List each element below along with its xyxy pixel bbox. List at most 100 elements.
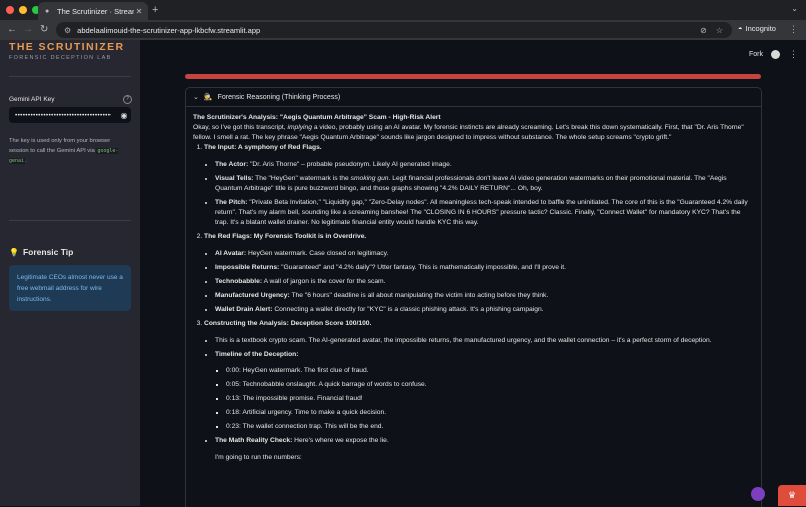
help-icon[interactable]: ? (123, 95, 132, 104)
streamlit-favicon-icon: ● (45, 7, 50, 15)
star-icon[interactable]: ☆ (716, 26, 723, 35)
analysis-intro: Okay, so I've got this transcript, imply… (193, 123, 753, 143)
risk-progress-bar (185, 74, 761, 79)
timeline-item: 0:13: The impossible promise. Financial … (226, 394, 753, 404)
api-key-note: The key is used only from your browser s… (9, 136, 127, 166)
api-note-text: The key is used only from your browser s… (9, 138, 111, 154)
api-note-tail: . (25, 158, 27, 164)
app-menu-icon[interactable]: ⋮ (789, 49, 798, 60)
github-icon[interactable] (771, 50, 780, 59)
step-2: The Red Flags: My Forensic Toolkit is in… (204, 232, 753, 315)
timeline-item: 0:00: HeyGen watermark. The first clue o… (226, 366, 753, 376)
list-item: The Pitch: "Private Beta Invitation," "L… (215, 198, 753, 228)
item-label: Wallet Drain Alert: (215, 306, 273, 313)
forensic-tip-box: Legitimate CEOs almost never use a free … (9, 265, 131, 311)
item-label: The Pitch: (215, 199, 248, 206)
close-tab-icon[interactable]: ✕ (134, 7, 144, 16)
step-3: Constructing the Analysis: Deception Sco… (204, 319, 753, 463)
list-item: Visual Tells: The "HeyGen" watermark is … (215, 174, 753, 194)
minimize-window-button[interactable] (19, 6, 27, 14)
item-label: Visual Tells: (215, 175, 254, 182)
list-item: The Math Reality Check: Here's where we … (215, 436, 753, 463)
list-item: AI Avatar: HeyGen watermark. Case closed… (215, 249, 753, 259)
tab-search-icon[interactable]: ⌄ (791, 4, 798, 13)
browser-menu-icon[interactable]: ⋮ (789, 24, 798, 35)
chevron-down-icon: ⌄ (193, 94, 199, 101)
timeline-item: 0:18: Artificial urgency. Time to make a… (226, 408, 753, 418)
item-text: A wall of jargon is the cover for the sc… (263, 278, 386, 285)
sidebar-divider (9, 76, 131, 77)
item-text: The "6 hours" deadline is all about mani… (291, 292, 549, 299)
tip-heading-text: Forensic Tip (22, 247, 74, 257)
step-1-list: The Actor: "Dr. Aris Thorne" – probable … (204, 160, 753, 228)
url-text[interactable]: abdelaalimouid-the-scrutinizer-app-lkbcf… (77, 26, 700, 35)
fork-button[interactable]: Fork (749, 51, 763, 58)
back-icon[interactable]: ← (7, 24, 17, 36)
list-item: The Actor: "Dr. Aris Thorne" – probable … (215, 160, 753, 170)
item-label: The Math Reality Check: (215, 437, 293, 444)
list-item: Wallet Drain Alert: Connecting a wallet … (215, 305, 753, 315)
item-label: Technobabble: (215, 278, 263, 285)
list-item: Impossible Returns: "Guaranteed" and "4.… (215, 263, 753, 273)
browser-tab[interactable]: ● The Scrutinizer · Streamlit ✕ (38, 2, 148, 20)
item-text: HeyGen watermark. Case closed on legitim… (247, 250, 389, 257)
list-item: Technobabble: A wall of jargon is the co… (215, 277, 753, 287)
tab-title: The Scrutinizer · Streamlit (57, 6, 134, 16)
item-text: "Dr. Aris Thorne" – probable pseudonym. … (250, 161, 452, 168)
crown-icon[interactable]: ♛ (778, 485, 806, 506)
step-3-list: This is a textbook crypto scam. The AI-g… (204, 336, 753, 463)
timeline-item: 0:05: Technobabble onslaught. A quick ba… (226, 380, 753, 390)
incognito-label: Incognito (745, 24, 776, 33)
item-emphasis: smoking gun (350, 175, 389, 182)
bulb-icon: 💡 (9, 247, 19, 257)
step-2-list: AI Avatar: HeyGen watermark. Case closed… (204, 249, 753, 315)
status-avatar-icon[interactable] (751, 487, 765, 501)
incognito-icon: ◓ (738, 24, 743, 33)
item-text: This is a textbook crypto scam. The AI-g… (215, 337, 712, 344)
address-bar[interactable]: ⚙ abdelaalimouid-the-scrutinizer-app-lkb… (56, 22, 732, 38)
item-text: The "HeyGen" watermark is the (255, 175, 349, 182)
eye-icon[interactable]: ◉ (117, 111, 131, 120)
browser-tab-bar: ● The Scrutinizer · Streamlit ✕ + ⌄ (0, 0, 806, 20)
expander-title: Forensic Reasoning (Thinking Process) (217, 93, 341, 101)
window-controls (6, 6, 40, 14)
timeline-list: 0:00: HeyGen watermark. The first clue o… (215, 366, 753, 432)
incognito-indicator[interactable]: ◓ Incognito (738, 24, 776, 33)
reload-icon[interactable]: ↻ (40, 24, 48, 36)
intro-emphasis: implying (287, 124, 312, 131)
item-text: Here's where we expose the lie. (294, 437, 389, 444)
step-title: Constructing the Analysis: Deception Sco… (204, 320, 372, 327)
site-info-icon[interactable]: ⚙ (64, 26, 71, 35)
analysis-content: The Scrutinizer's Analysis: "Aegis Quant… (193, 113, 753, 467)
analysis-title: The Scrutinizer's Analysis: "Aegis Quant… (193, 114, 441, 121)
api-key-label: Gemini API Key (9, 96, 55, 103)
list-item: Timeline of the Deception: 0:00: HeyGen … (215, 350, 753, 432)
timeline-item: 0:23: The wallet connection trap. This w… (226, 422, 753, 432)
detective-icon: 🕵 (203, 94, 213, 101)
item-label: Impossible Returns: (215, 264, 280, 271)
forward-icon[interactable]: → (23, 24, 33, 36)
item-text: "Private Beta Invitation," "Liquidity ga… (215, 199, 748, 226)
browser-toolbar: ← → ↻ ⚙ abdelaalimouid-the-scrutinizer-a… (0, 20, 806, 40)
analysis-steps: The Input: A symphony of Red Flags. The … (193, 143, 753, 463)
item-label: Timeline of the Deception: (215, 351, 299, 358)
sidebar-divider (9, 220, 131, 221)
expander-header[interactable]: ⌄ 🕵 Forensic Reasoning (Thinking Process… (193, 93, 341, 102)
list-item: Manufactured Urgency: The "6 hours" dead… (215, 291, 753, 301)
intro-text: Okay, so I've got this transcript, (193, 124, 286, 131)
item-label: AI Avatar: (215, 250, 247, 257)
api-key-field[interactable]: ◉ (9, 107, 131, 123)
new-tab-icon[interactable]: + (152, 3, 158, 17)
item-text: "Guaranteed" and "4.2% daily"? Utter fan… (281, 264, 567, 271)
expander-divider (185, 106, 761, 107)
item-label: Manufactured Urgency: (215, 292, 290, 299)
step-title: The Input: A symphony of Red Flags. (204, 144, 322, 151)
item-text: Connecting a wallet directly for "KYC" i… (274, 306, 544, 313)
item-label: The Actor: (215, 161, 249, 168)
api-key-input[interactable] (9, 111, 117, 119)
app-subtitle: FORENSIC DECEPTION LAB (9, 55, 112, 61)
eye-off-icon[interactable]: ⊘ (700, 26, 707, 35)
app-brand: THE SCRUTINIZER (9, 41, 125, 53)
close-window-button[interactable] (6, 6, 14, 14)
step-1: The Input: A symphony of Red Flags. The … (204, 143, 753, 228)
